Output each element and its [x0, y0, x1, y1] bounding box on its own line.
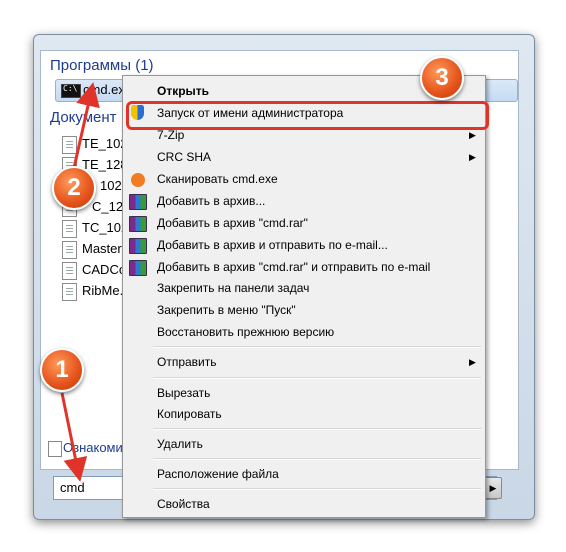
step-2-badge: 2: [52, 166, 96, 210]
step-3-badge: 3: [420, 56, 464, 100]
arrow-to-search: [60, 392, 88, 482]
arrow-to-cmd: [72, 82, 100, 169]
annotation-arrows: [60, 82, 100, 482]
step-1-badge: 1: [40, 348, 84, 392]
